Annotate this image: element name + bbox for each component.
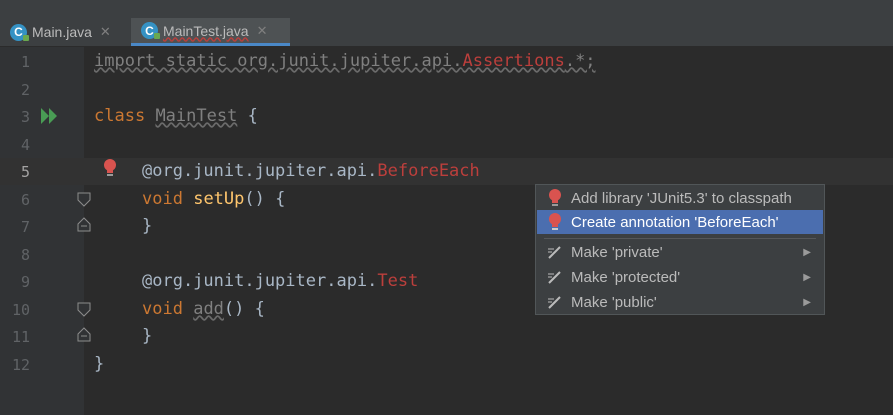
- red-bulb-icon[interactable]: [102, 158, 118, 178]
- keyword: class: [94, 106, 146, 126]
- menu-item-label: Make 'public': [571, 293, 657, 311]
- menu-item-make-private[interactable]: Make 'private' ▶: [537, 240, 823, 264]
- line-number: 1: [20, 53, 30, 71]
- unresolved-symbol: Assertions: [462, 51, 565, 71]
- brace: {: [247, 106, 258, 126]
- line-number: 12: [11, 356, 30, 374]
- code-line-10: void add() {: [142, 299, 265, 319]
- unresolved-symbol: Test: [377, 271, 419, 291]
- editor-tab-bar: C Main.java ✕ C MainTest.java ✕: [0, 0, 893, 47]
- import-statement: import static org.junit.jupiter.api.: [94, 51, 463, 71]
- code-line-1: import static org.junit.jupiter.api.Asse…: [94, 51, 596, 71]
- line-number: 5: [20, 163, 30, 181]
- close-icon[interactable]: ✕: [100, 24, 111, 40]
- method-name: setUp: [193, 189, 245, 209]
- keyword: void: [142, 189, 183, 209]
- import-wildcard: .*;: [564, 51, 596, 71]
- menu-item-add-library[interactable]: Add library 'JUnit5.3' to classpath: [537, 186, 823, 210]
- fold-end-icon[interactable]: [76, 216, 92, 232]
- intention-icon: [548, 246, 561, 259]
- code-line-7: }: [142, 216, 153, 236]
- menu-item-create-annotation[interactable]: Create annotation 'BeforeEach': [537, 210, 823, 234]
- close-icon[interactable]: ✕: [257, 23, 268, 39]
- menu-item-make-protected[interactable]: Make 'protected' ▶: [537, 265, 823, 289]
- run-tests-icon[interactable]: [40, 107, 60, 125]
- annotation-package: @org.junit.jupiter.api.: [142, 271, 378, 291]
- fold-end-icon[interactable]: [76, 326, 92, 342]
- code-line-5: @org.junit.jupiter.api.BeforeEach: [142, 161, 480, 181]
- menu-item-label: Create annotation 'BeforeEach': [571, 213, 779, 231]
- code-line-12: }: [94, 354, 105, 374]
- intention-actions-popup: Add library 'JUnit5.3' to classpath Crea…: [535, 184, 825, 315]
- intention-icon: [548, 296, 561, 309]
- code-line-3: class MainTest {: [94, 106, 258, 126]
- code-line-9: @org.junit.jupiter.api.Test: [142, 271, 418, 291]
- red-bulb-icon: [549, 213, 561, 230]
- method-name: add: [193, 299, 224, 319]
- line-number: 2: [20, 81, 30, 99]
- keyword: void: [142, 299, 183, 319]
- fold-start-icon[interactable]: [76, 302, 92, 318]
- unresolved-symbol: BeforeEach: [377, 161, 480, 181]
- submenu-arrow-icon: ▶: [803, 246, 811, 258]
- line-number: 11: [11, 328, 30, 346]
- line-number: 6: [20, 191, 30, 209]
- intention-icon: [548, 271, 561, 284]
- menu-item-label: Add library 'JUnit5.3' to classpath: [571, 189, 792, 207]
- method-rest: () {: [223, 299, 265, 319]
- line-number: 7: [20, 218, 30, 236]
- java-test-class-icon: C: [141, 22, 160, 39]
- menu-separator: [544, 238, 816, 239]
- submenu-arrow-icon: ▶: [803, 296, 811, 308]
- tab-maintest-java[interactable]: C MainTest.java ✕: [131, 18, 290, 46]
- red-bulb-icon: [549, 189, 561, 206]
- annotation-package: @org.junit.jupiter.api.: [142, 161, 378, 181]
- line-number: 3: [20, 108, 30, 126]
- line-number: 10: [11, 301, 30, 319]
- fold-start-icon[interactable]: [76, 192, 92, 208]
- tab-label: MainTest.java: [163, 22, 249, 39]
- line-number: 8: [20, 246, 30, 264]
- code-line-6: void setUp() {: [142, 189, 285, 209]
- method-rest: () {: [244, 189, 286, 209]
- tab-label: Main.java: [32, 24, 92, 40]
- line-number: 9: [20, 273, 30, 291]
- line-number: 4: [20, 136, 30, 154]
- menu-item-make-public[interactable]: Make 'public' ▶: [537, 290, 823, 314]
- tab-main-java[interactable]: C Main.java ✕: [0, 18, 139, 46]
- code-line-11: }: [142, 326, 153, 346]
- java-class-icon: C: [10, 23, 29, 41]
- menu-item-label: Make 'protected': [571, 268, 681, 286]
- submenu-arrow-icon: ▶: [803, 271, 811, 283]
- class-name: MainTest: [155, 106, 238, 126]
- menu-item-label: Make 'private': [571, 243, 663, 261]
